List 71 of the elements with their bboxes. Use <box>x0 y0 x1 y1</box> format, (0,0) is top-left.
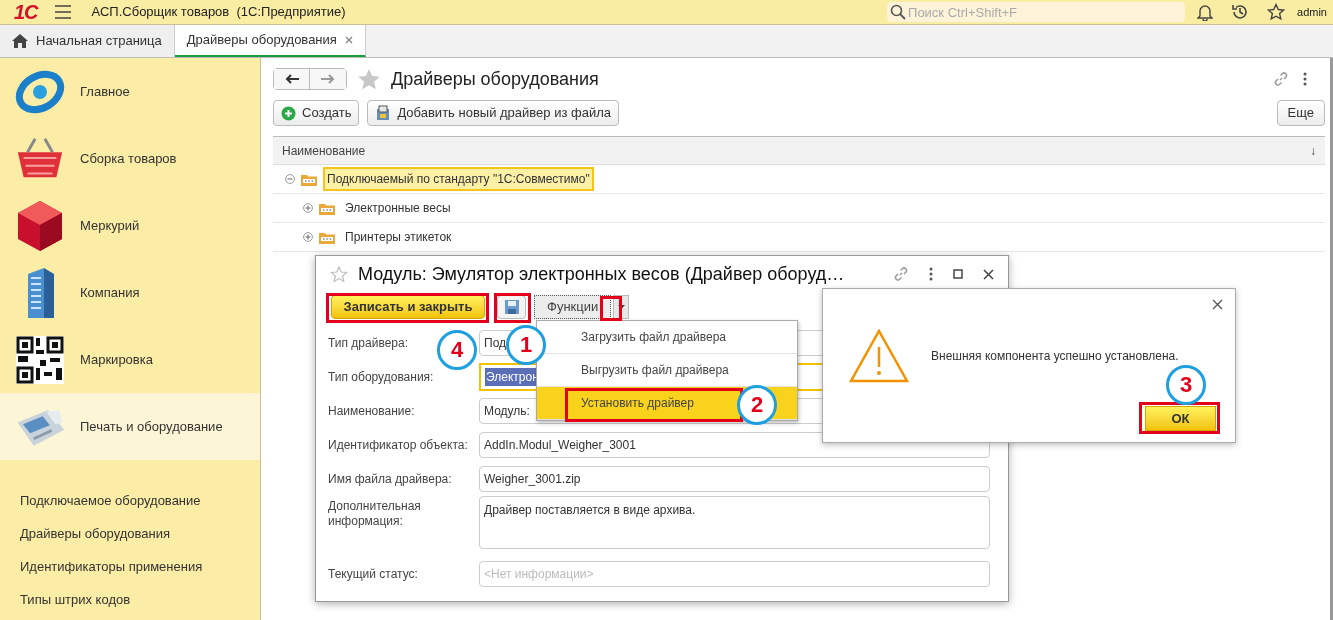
star-icon[interactable] <box>357 68 381 90</box>
folder-icon <box>319 230 335 244</box>
field-label: Имя файла драйвера: <box>328 472 452 488</box>
collapse-toggle[interactable] <box>285 174 295 184</box>
maximize-icon[interactable] <box>953 269 963 279</box>
field-label: Тип оборудования: <box>328 370 434 386</box>
sidebar-section[interactable]: Меркурий <box>0 192 260 259</box>
history-icon[interactable] <box>1231 3 1250 21</box>
field-label: Наименование: <box>328 404 415 420</box>
dialog-title: Модуль: Эмулятор электронных весов (Драйвер оборуд… <box>358 262 845 286</box>
save-and-close-button[interactable]: Записать и закрыть <box>331 295 485 319</box>
menu-icon[interactable] <box>53 5 72 19</box>
add-driver-button[interactable]: Добавить новый драйвер из файла <box>367 100 619 126</box>
create-button[interactable]: Создать <box>273 100 360 126</box>
sidebar-link[interactable]: Драйверы оборудования <box>0 517 260 550</box>
logo: 1С <box>14 2 38 22</box>
page-title: Драйверы оборудования <box>391 67 599 91</box>
tree-item[interactable]: Подключаемый по стандарту "1С:Совместимо" <box>323 167 594 191</box>
sidebar-link[interactable]: Типы штрих кодов <box>0 583 260 616</box>
save-button[interactable] <box>497 295 526 319</box>
more-button[interactable]: Еще <box>1276 100 1325 126</box>
caret-icon <box>617 305 625 309</box>
tree-item[interactable]: Электронные весы <box>341 196 455 220</box>
close-icon[interactable] <box>1212 299 1223 310</box>
back-arrow-icon <box>284 74 299 84</box>
sidebar-section[interactable]: Компания <box>0 259 260 326</box>
expand-toggle[interactable] <box>303 232 313 242</box>
sidebar-section[interactable]: Главное <box>0 58 260 125</box>
qr-code-icon <box>15 334 65 385</box>
sidebar-section[interactable]: Сборка товаров <box>0 125 260 192</box>
expand-toggle[interactable] <box>303 203 313 213</box>
sidebar-section[interactable]: Маркировка <box>0 326 260 393</box>
functions-button[interactable]: Функции <box>534 295 612 319</box>
cube-icon <box>16 198 64 253</box>
more-icon[interactable] <box>929 267 933 281</box>
app-title: АСП.Сборщик товаров (1С:Предприятие) <box>91 3 346 22</box>
field-label: Дополнительная информация: <box>328 499 422 529</box>
link-icon[interactable] <box>1273 71 1289 87</box>
more-icon[interactable] <box>1303 72 1307 86</box>
ok-button[interactable]: ОК <box>1145 406 1216 431</box>
field-label: Тип драйвера: <box>328 336 408 352</box>
search-icon <box>890 4 907 20</box>
search-field[interactable]: Поиск Ctrl+Shift+F <box>887 2 1186 22</box>
forward-arrow-icon <box>321 74 335 84</box>
star-icon[interactable] <box>1267 3 1286 21</box>
tab[interactable]: Драйверы оборудования <box>174 25 366 57</box>
back-button[interactable] <box>274 69 310 89</box>
close-icon[interactable] <box>983 268 994 280</box>
sidebar-link[interactable]: Подключаемое оборудование <box>0 484 260 517</box>
driver-file-icon <box>375 105 392 121</box>
field-label: Текущий статус: <box>328 567 418 583</box>
warning-icon <box>849 329 909 383</box>
field-label: Идентификатор объекта: <box>328 438 468 454</box>
plus-icon <box>281 105 296 121</box>
sidebar-section[interactable]: Печать и оборудование <box>0 393 260 460</box>
text-area[interactable]: Драйвер поставляется в виде архива. <box>479 496 990 549</box>
tree-item[interactable]: Принтеры этикеток <box>341 225 456 249</box>
annotation-frame <box>494 293 531 323</box>
annotation-frame <box>600 296 622 321</box>
message-text: Внешняя компонента успешно установлена. <box>931 348 1179 365</box>
column-header[interactable]: Наименование <box>282 141 366 160</box>
bell-icon[interactable] <box>1197 3 1214 21</box>
sort-indicator[interactable]: ↓ <box>1310 141 1316 160</box>
input-field[interactable]: Weigher_3001.zip <box>479 466 990 492</box>
link-icon[interactable] <box>893 266 909 282</box>
folder-icon <box>319 201 335 215</box>
user-name[interactable]: admin <box>1297 3 1327 21</box>
folder-icon <box>301 172 317 186</box>
star-icon[interactable] <box>330 265 348 283</box>
sidebar-link[interactable]: Идентификаторы применения <box>0 550 260 583</box>
home-icon <box>12 34 28 48</box>
